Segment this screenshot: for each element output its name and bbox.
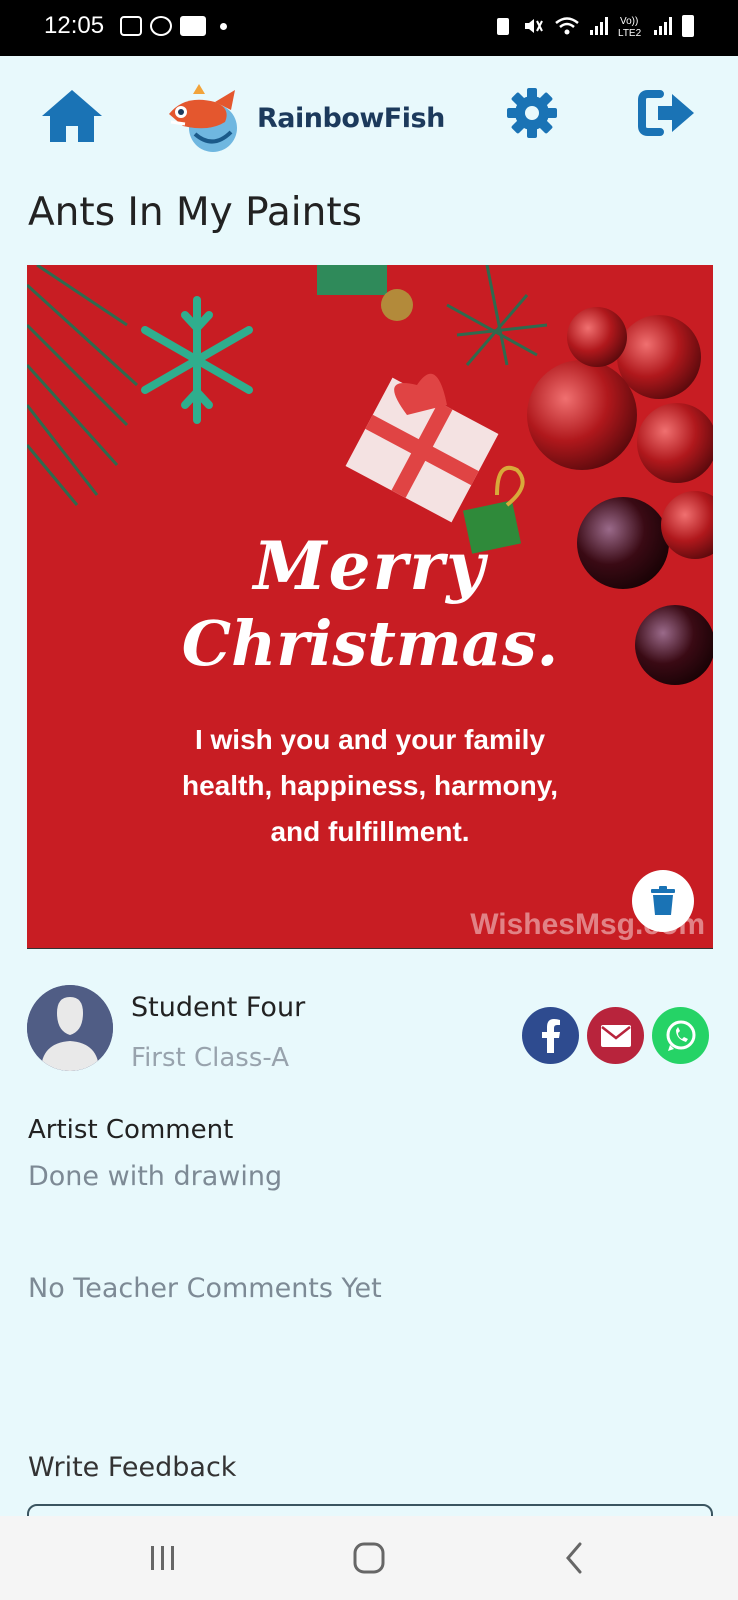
- wifi-icon: [555, 17, 579, 35]
- artwork-message-line2: health, happiness, harmony,: [181, 770, 558, 801]
- artist-name: Student Four: [131, 992, 306, 1023]
- teacher-comments-status: No Teacher Comments Yet: [28, 1273, 382, 1304]
- artwork-heading-line2: Christmas.: [181, 607, 559, 680]
- svg-text:Vo)): Vo)): [620, 16, 638, 27]
- artwork-message-line1: I wish you and your family: [194, 724, 546, 755]
- gallery-icon: [120, 16, 142, 36]
- artwork-message: I wish you and your family health, happi…: [27, 717, 713, 855]
- rainbowfish-logo: [169, 84, 237, 152]
- logout-button[interactable]: [638, 86, 702, 146]
- whatsapp-icon: [150, 16, 172, 36]
- facebook-icon: [541, 1018, 560, 1053]
- nav-home-button[interactable]: [344, 1536, 394, 1580]
- artwork-message-line3: and fulfillment.: [270, 816, 470, 847]
- whatsapp-icon: [666, 1020, 695, 1051]
- delete-button[interactable]: [632, 870, 694, 932]
- avatar: [27, 985, 113, 1071]
- email-icon: [600, 1024, 631, 1047]
- back-icon: [566, 1542, 582, 1574]
- battery-saver-icon: [497, 18, 509, 35]
- paytm-icon: [180, 16, 206, 36]
- system-nav-bar: [0, 1516, 738, 1600]
- share-email-button[interactable]: [587, 1007, 644, 1064]
- home-icon: [42, 90, 102, 142]
- brand-name: RainbowFish: [257, 102, 445, 134]
- signal-icon-2: [654, 17, 672, 35]
- home-button[interactable]: [40, 86, 104, 146]
- volte-icon: Vo))LTE2: [618, 16, 642, 38]
- settings-icon: [507, 88, 557, 138]
- page-title: Ants In My Paints: [28, 190, 362, 235]
- battery-icon: [682, 15, 694, 37]
- artist-comment-text: Done with drawing: [28, 1161, 283, 1192]
- feedback-label: Write Feedback: [28, 1452, 237, 1483]
- user-avatar-icon: [27, 985, 113, 1071]
- status-right-icons: Vo)) LTE2: [494, 14, 694, 38]
- artist-comment-label: Artist Comment: [28, 1115, 234, 1145]
- status-time: 12:05: [44, 12, 105, 39]
- logout-icon: [638, 90, 694, 136]
- share-whatsapp-button[interactable]: [652, 1007, 709, 1064]
- mute-icon: [525, 19, 543, 33]
- svg-text:LTE2: LTE2: [618, 28, 642, 38]
- brand: RainbowFish: [165, 80, 445, 156]
- artwork-image[interactable]: Merry Christmas. I wish you and your fam…: [27, 265, 713, 949]
- share-facebook-button[interactable]: [522, 1007, 579, 1064]
- artwork-heading-line1: Merry: [253, 527, 487, 605]
- recent-apps-button[interactable]: [138, 1536, 188, 1580]
- back-button[interactable]: [550, 1536, 600, 1580]
- app-header: RainbowFish: [0, 56, 738, 176]
- notification-dot: [220, 22, 227, 30]
- trash-icon: [651, 886, 675, 915]
- signal-icon: [590, 17, 608, 35]
- settings-button[interactable]: [505, 86, 569, 146]
- status-bar: 12:05 Vo)) LTE2: [0, 0, 738, 56]
- home-nav-icon: [353, 1542, 385, 1574]
- artist-class: First Class-A: [131, 1043, 289, 1073]
- status-left-icons: [120, 16, 227, 36]
- recent-apps-icon: [151, 1546, 174, 1570]
